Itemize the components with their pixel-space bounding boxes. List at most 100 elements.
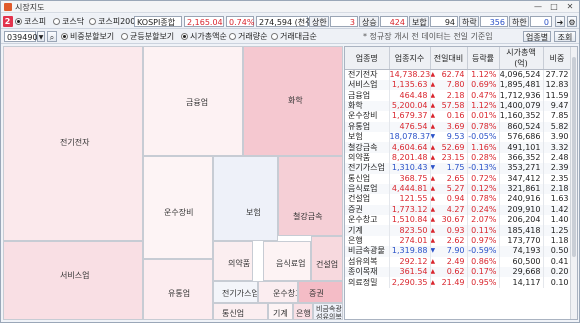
col-header-index[interactable]: 업종지수 bbox=[389, 47, 431, 70]
cell-diff: ▲ 3.69 bbox=[430, 121, 468, 132]
cell-name: 운수장비 bbox=[345, 111, 390, 122]
table-row[interactable]: 통신업 368.75 ▲ 2.65 0.72% 347,412 2.35 bbox=[345, 173, 572, 184]
treemap-label: 운수장비 bbox=[164, 208, 194, 217]
table-row[interactable]: 건설업 121.55 ▲ 0.94 0.78% 240,916 1.63 bbox=[345, 194, 572, 205]
market-tab-kosdaq[interactable]: 코스닥 bbox=[53, 16, 84, 27]
treemap-block-chemical[interactable]: 화학 bbox=[243, 46, 343, 156]
treemap-block-construction[interactable]: 건설업 bbox=[311, 236, 343, 281]
stock-code-input[interactable]: 039490 bbox=[4, 31, 38, 42]
cell-cap: 860,524 bbox=[499, 121, 544, 132]
treemap-block-bank[interactable]: 은행 bbox=[293, 303, 313, 320]
minimize-button[interactable]: — bbox=[531, 2, 545, 11]
table-row[interactable]: 전기전자 14,738.23 ▲ 62.74 1.12% 4,096,524 27.72 bbox=[345, 69, 572, 80]
radio-kospi[interactable] bbox=[15, 18, 22, 25]
treemap-block-finance[interactable]: 금융업 bbox=[143, 46, 243, 156]
cell-index: 274.01 bbox=[389, 235, 431, 247]
cell-rate: 0.01% bbox=[467, 111, 500, 122]
search-icon[interactable]: ⌕ bbox=[47, 31, 57, 42]
cell-rate: 1.12% bbox=[467, 100, 500, 112]
table-row[interactable]: 기계 823.50 ▲ 0.93 0.11% 185,418 1.25 bbox=[345, 225, 572, 236]
sort-volume-option[interactable]: 거래량순 bbox=[229, 31, 267, 42]
view-weight-option[interactable]: 비중분할보기 bbox=[61, 31, 114, 42]
radio-amount[interactable] bbox=[271, 33, 278, 40]
treemap-block-insurance[interactable]: 보험 bbox=[213, 156, 278, 241]
cell-name: 건설업 bbox=[345, 194, 390, 205]
sort-marketcap-option[interactable]: 시가총액순 bbox=[181, 31, 227, 42]
treemap-block-steel[interactable]: 철강금속 bbox=[278, 156, 343, 236]
radio-kospi200[interactable] bbox=[89, 18, 96, 25]
table-row[interactable]: 섬유의복 292.12 ▲ 2.49 0.86% 60,500 0.41 bbox=[345, 256, 572, 268]
table-row[interactable]: 종이목재 361.54 ▲ 0.62 0.17% 29,668 0.20 bbox=[345, 267, 572, 278]
treemap-block-minerals[interactable]: 비금속광물 섬유의복 bbox=[313, 303, 343, 320]
cell-index: 4,604.64 bbox=[389, 142, 431, 153]
radio-weight-view[interactable] bbox=[61, 33, 68, 40]
treemap-block-food[interactable]: 음식료업 bbox=[263, 241, 311, 281]
table-row[interactable]: 운수장비 1,679.37 ▲ 0.16 0.01% 1,160,352 7.85 bbox=[345, 111, 572, 122]
treemap-block-transport-equipment[interactable]: 운수장비 bbox=[143, 156, 213, 259]
cell-rate: 0.95% bbox=[467, 277, 500, 288]
col-header-cap[interactable]: 시가총액(억) bbox=[499, 47, 544, 70]
cell-rate: 0.17% bbox=[467, 267, 500, 278]
treemap-block-utilities[interactable]: 전기가스업 bbox=[213, 281, 258, 303]
table-row[interactable]: 철강금속 4,604.64 ▲ 52.69 1.16% 491,101 3.32 bbox=[345, 142, 572, 153]
treemap-label: 기계 bbox=[273, 309, 288, 318]
treemap-block-warehousing[interactable]: 증권 bbox=[298, 281, 343, 303]
scrollbar-thumb[interactable] bbox=[572, 57, 576, 257]
cell-diff: ▼ 1.75 bbox=[430, 163, 468, 174]
treemap-label: 유통업 bbox=[168, 289, 191, 298]
sector-button[interactable]: 업종별 bbox=[523, 31, 551, 42]
radio-marketcap[interactable] bbox=[181, 33, 188, 40]
cell-index: 4,444.81 bbox=[389, 183, 431, 195]
table-header-row: 업종명 업종지수 전일대비 등락률 시가총액(억) 비중 bbox=[345, 47, 572, 70]
table-row[interactable]: 운수창고 1,510.84 ▲ 30.67 2.07% 206,204 1.40 bbox=[345, 215, 572, 226]
cell-cap: 1,712,936 bbox=[499, 90, 544, 101]
table-row[interactable]: 유통업 476.54 ▲ 3.69 0.78% 860,524 5.82 bbox=[345, 121, 572, 132]
index-name: KOSPI종합 bbox=[134, 16, 182, 27]
table-row[interactable]: 의약품 8,201.48 ▲ 23.15 0.28% 366,352 2.48 bbox=[345, 152, 572, 164]
query-button[interactable]: 조회 bbox=[554, 31, 576, 42]
col-header-rate[interactable]: 등락률 bbox=[467, 47, 500, 70]
treemap-block-retail[interactable]: 유통업 bbox=[143, 259, 213, 320]
treemap-block-pharma[interactable]: 의약품 bbox=[213, 241, 253, 281]
maximize-button[interactable]: □ bbox=[547, 2, 561, 11]
treemap-block-electronics[interactable]: 전기전자 bbox=[3, 46, 143, 241]
table-row[interactable]: 비금속광물 1,319.88 ▼ 7.90 -0.59% 74,193 0.50 bbox=[345, 246, 572, 257]
settings-icon[interactable]: ⚙ bbox=[567, 16, 577, 27]
radio-kosdaq[interactable] bbox=[53, 18, 60, 25]
treemap-block-telecom[interactable]: 통신업 bbox=[213, 303, 268, 320]
cell-rate: 0.12% bbox=[467, 183, 500, 195]
radio-volume[interactable] bbox=[229, 33, 236, 40]
close-button[interactable]: ✕ bbox=[563, 2, 577, 11]
market-tab-kospi[interactable]: 코스피 bbox=[15, 16, 46, 27]
cell-diff: ▲ 52.69 bbox=[430, 142, 468, 153]
table-row[interactable]: 증권 1,773.12 ▲ 4.27 0.24% 209,910 1.42 bbox=[345, 204, 572, 216]
sort-amount-option[interactable]: 거래대금순 bbox=[271, 31, 317, 42]
table-row[interactable]: 전기가스업 1,310.43 ▼ 1.75 -0.13% 353,271 2.39 bbox=[345, 163, 572, 174]
col-header-name[interactable]: 업종명 bbox=[345, 47, 390, 70]
table-row[interactable]: 은행 274.01 ▲ 2.62 0.97% 173,770 1.18 bbox=[345, 235, 572, 247]
table-row[interactable]: 화학 5,200.04 ▲ 57.58 1.12% 1,400,079 9.47 bbox=[345, 100, 572, 112]
arrow-icon[interactable]: ➜ bbox=[555, 16, 565, 27]
table-row[interactable]: 서비스업 1,135.63 ▲ 7.80 0.69% 1,895,481 12.83 bbox=[345, 80, 572, 91]
treemap-block-securities[interactable]: 운수창고 bbox=[258, 281, 298, 303]
market-tab-kospi200[interactable]: 코스피200 bbox=[89, 16, 135, 27]
col-header-weight[interactable]: 비중 bbox=[543, 47, 572, 70]
col-header-diff[interactable]: 전일대비 bbox=[430, 47, 468, 70]
treemap-block-services[interactable]: 서비스업 bbox=[3, 241, 143, 320]
treemap-block-machinery[interactable]: 기계 bbox=[268, 303, 293, 320]
view-equal-option[interactable]: 균등분할보기 bbox=[121, 31, 174, 42]
cell-diff: ▲ 0.16 bbox=[430, 111, 468, 122]
cell-weight: 2.48 bbox=[543, 152, 572, 164]
table-row[interactable]: 의료정밀 2,290.35 ▲ 21.49 0.95% 14,117 0.10 bbox=[345, 277, 572, 288]
table-row[interactable]: 음식료업 4,444.81 ▲ 5.27 0.12% 321,861 2.18 bbox=[345, 183, 572, 195]
cell-weight: 27.72 bbox=[543, 69, 572, 80]
treemap-label: 화학 bbox=[288, 96, 303, 105]
table-row[interactable]: 금융업 464.48 ▲ 2.18 0.47% 1,712,936 11.59 bbox=[345, 90, 572, 101]
radio-equal-view[interactable] bbox=[121, 33, 128, 40]
table-scrollbar[interactable] bbox=[570, 47, 577, 319]
dropdown-arrow-icon[interactable]: ▼ bbox=[37, 31, 45, 42]
cell-name: 통신업 bbox=[345, 173, 390, 184]
cell-rate: 0.28% bbox=[467, 152, 500, 164]
table-row[interactable]: 보험 18,078.37 ▼ 9.53 -0.05% 576,686 3.90 bbox=[345, 131, 572, 143]
cell-name: 기계 bbox=[345, 225, 390, 236]
